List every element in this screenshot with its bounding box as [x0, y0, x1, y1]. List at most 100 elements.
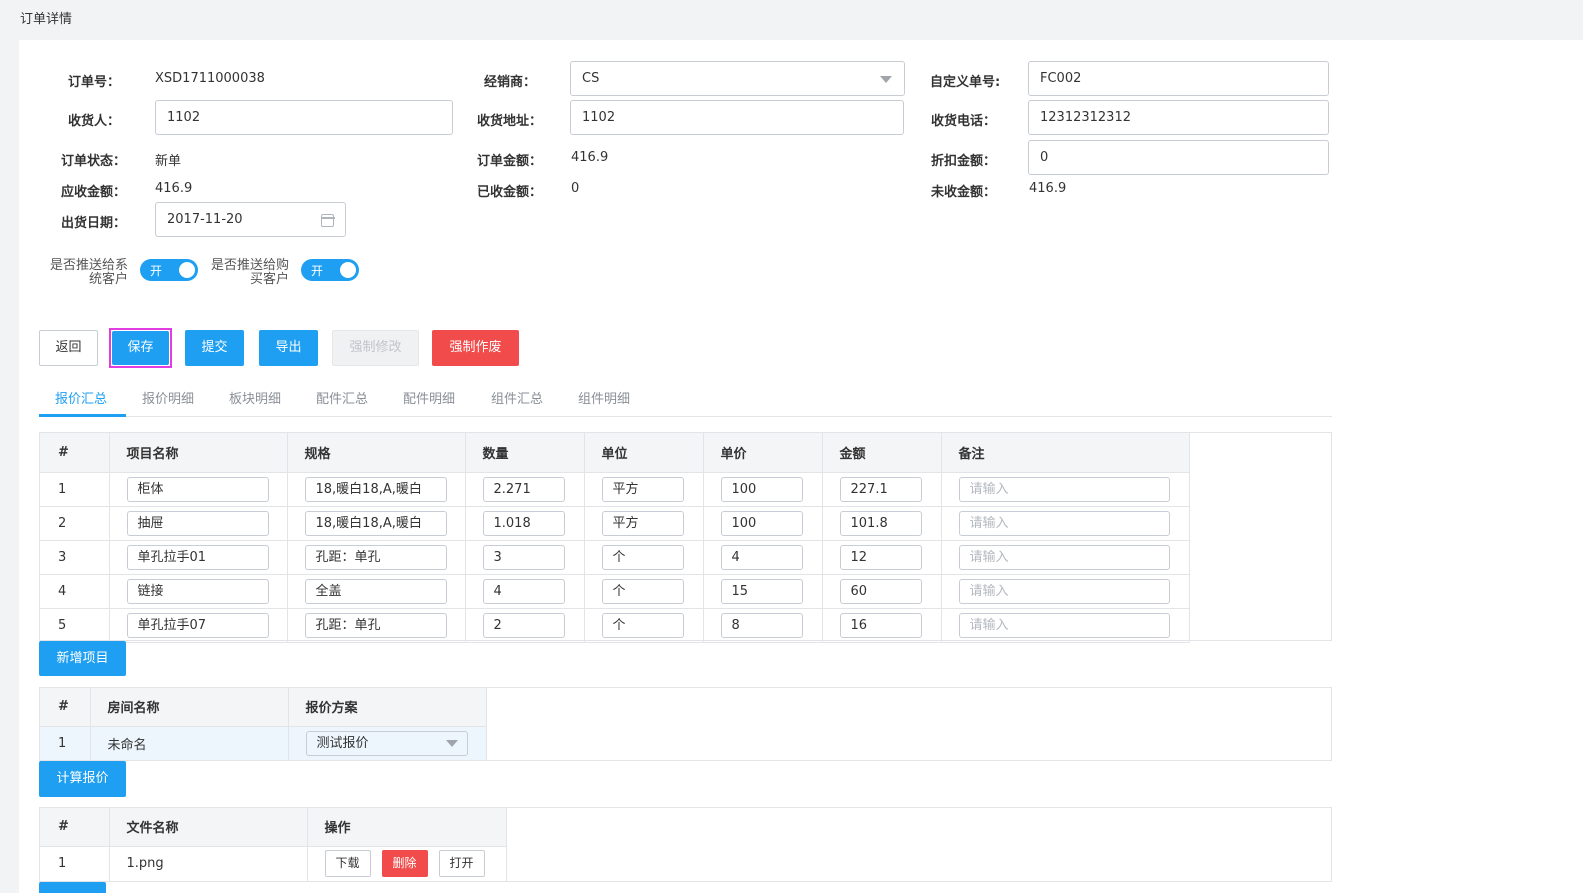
tab-quote-summary[interactable]: 报价汇总 [55, 388, 107, 407]
item-name-input[interactable]: 链接 [126, 578, 269, 604]
phone-input[interactable]: 12312312312 [1028, 100, 1329, 135]
delete-button[interactable]: 删除 [381, 850, 428, 877]
items-table: # 项目名称 规格 数量 单位 单价 金额 备注 1 柜体 18,暖白18,A,… [40, 433, 1190, 643]
item-name-input[interactable]: 柜体 [126, 476, 269, 502]
spec-input[interactable]: 全盖 [304, 578, 447, 604]
items-header-row: # 项目名称 规格 数量 单位 单价 金额 备注 [40, 433, 1190, 473]
receivable-value: 416.9 [155, 181, 193, 196]
calculate-quote-button[interactable]: 计算报价 [39, 761, 126, 797]
row-index: 5 [40, 608, 110, 643]
price-input[interactable]: 4 [720, 544, 803, 570]
unit-input[interactable]: 个 [601, 544, 684, 570]
unit-input[interactable]: 个 [601, 612, 684, 638]
price-input[interactable]: 100 [720, 476, 803, 502]
address-input[interactable]: 1102 [570, 100, 904, 135]
spec-input[interactable]: 18,暖白18,A,暖白 [304, 510, 447, 536]
order-no-value: XSD1711000038 [155, 71, 265, 86]
files-table: # 文件名称 操作 1 1.png 下载 删除 打开 [40, 808, 507, 882]
force-void-button[interactable]: 强制作废 [432, 330, 519, 366]
row-index: 2 [40, 506, 110, 541]
qty-input[interactable]: 2.271 [482, 476, 565, 502]
received-label: 已收金额： [477, 185, 543, 200]
item-name-input[interactable]: 单孔拉手07 [126, 612, 269, 638]
unit-input[interactable]: 平方 [601, 476, 684, 502]
tab-components-detail[interactable]: 组件明细 [578, 388, 630, 407]
tab-quote-detail[interactable]: 报价明细 [142, 388, 194, 407]
ship-date-picker[interactable]: 2017-11-20 [155, 202, 346, 237]
remark-input[interactable]: 请输入 [958, 476, 1170, 502]
upload-button[interactable] [39, 882, 106, 893]
discount-label: 折扣金额： [931, 154, 997, 169]
push-buyer-toggle[interactable]: 开 [301, 259, 359, 281]
qty-input[interactable]: 1.018 [482, 510, 565, 536]
spec-input[interactable]: 孔距：单孔 [304, 612, 447, 638]
add-item-button[interactable]: 新增项目 [39, 641, 126, 676]
page-header: 订单详情 [0, 0, 1583, 38]
dealer-select[interactable]: CS [570, 61, 905, 96]
item-name-input[interactable]: 单孔拉手01 [126, 544, 269, 570]
submit-button[interactable]: 提交 [185, 330, 244, 366]
spec-input[interactable]: 18,暖白18,A,暖白 [304, 476, 447, 502]
remark-input[interactable]: 请输入 [958, 578, 1170, 604]
amount-input[interactable]: 101.8 [839, 510, 922, 536]
unit-input[interactable]: 个 [601, 578, 684, 604]
push-system-toggle[interactable]: 开 [140, 259, 198, 281]
qty-input[interactable]: 4 [482, 578, 565, 604]
receivable-label: 应收金额： [61, 185, 127, 200]
remark-input[interactable]: 请输入 [958, 544, 1170, 570]
receiver-input[interactable]: 1102 [155, 100, 453, 135]
col-price: 单价 [703, 433, 823, 473]
amount-input[interactable]: 16 [839, 612, 922, 638]
remark-input[interactable]: 请输入 [958, 510, 1170, 536]
qty-input[interactable]: 3 [482, 544, 565, 570]
price-input[interactable]: 15 [720, 578, 803, 604]
price-input[interactable]: 8 [720, 612, 803, 638]
page-title: 订单详情 [20, 12, 73, 27]
amount-value: 416.9 [571, 150, 609, 165]
amount-input[interactable]: 12 [839, 544, 922, 570]
custom-no-input[interactable]: FC002 [1028, 61, 1329, 96]
active-tab-indicator [39, 414, 126, 417]
status-value: 新单 [155, 154, 182, 169]
table-row: 5 单孔拉手07 孔距：单孔 2 个 8 16 请输入 [40, 608, 1190, 643]
custom-no-label: 自定义单号: [930, 75, 1001, 90]
push-system-label-line2: 统客户 [88, 272, 128, 287]
save-button[interactable]: 保存 [112, 331, 169, 365]
tab-parts-summary[interactable]: 配件汇总 [316, 388, 368, 407]
rooms-header-row: # 房间名称 报价方案 [40, 688, 487, 727]
spec-input[interactable]: 孔距：单孔 [304, 544, 447, 570]
col-index: # [40, 688, 91, 727]
unit-input[interactable]: 平方 [601, 510, 684, 536]
open-button[interactable]: 打开 [438, 850, 485, 877]
tab-panel-detail[interactable]: 板块明细 [229, 388, 281, 407]
phone-label: 收货电话： [931, 114, 997, 129]
push-buyer-toggle-text: 开 [311, 264, 324, 278]
tabs-divider [39, 416, 1332, 417]
price-input[interactable]: 100 [720, 510, 803, 536]
force-edit-button[interactable]: 强制修改 [332, 330, 419, 366]
col-quote-plan: 报价方案 [288, 688, 487, 727]
download-button[interactable]: 下载 [324, 850, 371, 877]
discount-input[interactable]: 0 [1028, 140, 1329, 175]
col-room-name: 房间名称 [90, 688, 289, 727]
export-button[interactable]: 导出 [259, 330, 318, 366]
chevron-down-icon [880, 76, 892, 83]
amount-input[interactable]: 60 [839, 578, 922, 604]
table-row[interactable]: 1 未命名 测试报价 [40, 726, 487, 761]
row-index: 1 [40, 472, 110, 507]
remark-input[interactable]: 请输入 [958, 612, 1170, 638]
amount-input[interactable]: 227.1 [839, 476, 922, 502]
qty-input[interactable]: 2 [482, 612, 565, 638]
ship-date-label: 出货日期： [61, 216, 127, 231]
col-qty: 数量 [465, 433, 585, 473]
push-buyer-label-line2: 买客户 [249, 272, 289, 287]
push-system-toggle-text: 开 [150, 264, 163, 278]
quote-plan-select[interactable]: 测试报价 [305, 730, 468, 756]
amount-label: 订单金额： [477, 154, 543, 169]
col-file-name: 文件名称 [109, 808, 308, 847]
tab-parts-detail[interactable]: 配件明细 [403, 388, 455, 407]
tab-components-summary[interactable]: 组件汇总 [491, 388, 543, 407]
back-button[interactable]: 返回 [39, 330, 98, 366]
item-name-input[interactable]: 抽屉 [126, 510, 269, 536]
row-index: 4 [40, 574, 110, 609]
